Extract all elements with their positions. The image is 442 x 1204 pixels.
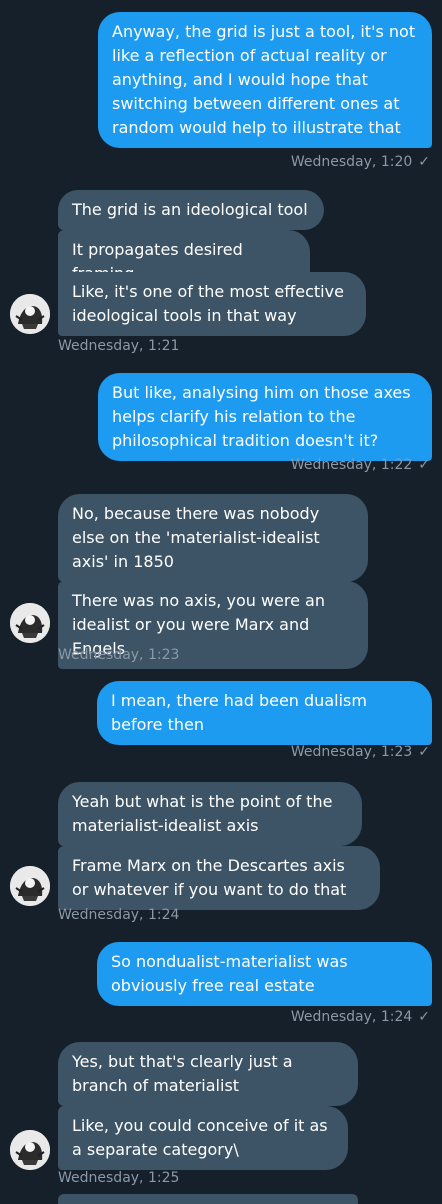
timestamp-text: Wednesday, 1:20 [290, 154, 413, 170]
avatar[interactable] [10, 1130, 50, 1170]
avatar-icon [10, 866, 50, 906]
timestamp-text: Wednesday, 1:25 [58, 1170, 180, 1186]
checkmark-icon: ✓ [418, 457, 430, 473]
message-timestamp: Wednesday, 1:25 [58, 1169, 179, 1187]
message-timestamp: Wednesday, 1:20 ✓ [291, 153, 430, 171]
avatar-icon [10, 294, 50, 334]
message-bubble-incoming[interactable]: Yes, but that's clearly just a branch of… [58, 1042, 358, 1106]
message-bubble-outgoing[interactable]: Anyway, the grid is just a tool, it's no… [98, 12, 432, 148]
message-bubble-incoming[interactable]: No, because there was nobody else on the… [58, 494, 368, 582]
message-bubble-incoming[interactable]: The grid is an ideological tool [58, 190, 324, 230]
message-bubble-outgoing[interactable]: I mean, there had been dualism before th… [97, 681, 432, 745]
avatar[interactable] [10, 866, 50, 906]
message-bubble-incoming[interactable]: Frame Marx on the Descartes axis or what… [58, 846, 380, 910]
checkmark-icon: ✓ [418, 744, 430, 760]
timestamp-text: Wednesday, 1:24 [290, 1009, 413, 1025]
avatar[interactable] [10, 603, 50, 643]
avatar-icon [10, 603, 50, 643]
timestamp-text: Wednesday, 1:21 [58, 338, 180, 354]
message-bubble-outgoing[interactable]: But like, analysing him on those axes he… [98, 373, 432, 461]
message-bubble-partial [58, 1194, 358, 1204]
message-timestamp: Wednesday, 1:23 ✓ [291, 743, 430, 761]
timestamp-text: Wednesday, 1:24 [58, 907, 180, 923]
avatar[interactable] [10, 294, 50, 334]
timestamp-text: Wednesday, 1:23 [58, 647, 180, 663]
message-bubble-incoming[interactable]: Like, you could conceive of it as a sepa… [58, 1106, 348, 1170]
checkmark-icon: ✓ [418, 154, 430, 170]
message-timestamp: Wednesday, 1:24 ✓ [291, 1008, 430, 1026]
message-timestamp: Wednesday, 1:23 [58, 646, 179, 664]
avatar-icon [10, 1130, 50, 1170]
timestamp-text: Wednesday, 1:23 [290, 744, 413, 760]
message-timestamp: Wednesday, 1:22 ✓ [291, 456, 430, 474]
timestamp-text: Wednesday, 1:22 [290, 457, 413, 473]
message-timestamp: Wednesday, 1:21 [58, 337, 179, 355]
message-timestamp: Wednesday, 1:24 [58, 906, 179, 924]
checkmark-icon: ✓ [418, 1009, 430, 1025]
message-bubble-incoming[interactable]: Yeah but what is the point of the materi… [58, 782, 362, 846]
message-bubble-incoming[interactable]: Like, it's one of the most effective ide… [58, 272, 366, 336]
message-bubble-outgoing[interactable]: So nondualist-materialist was obviously … [97, 942, 432, 1006]
